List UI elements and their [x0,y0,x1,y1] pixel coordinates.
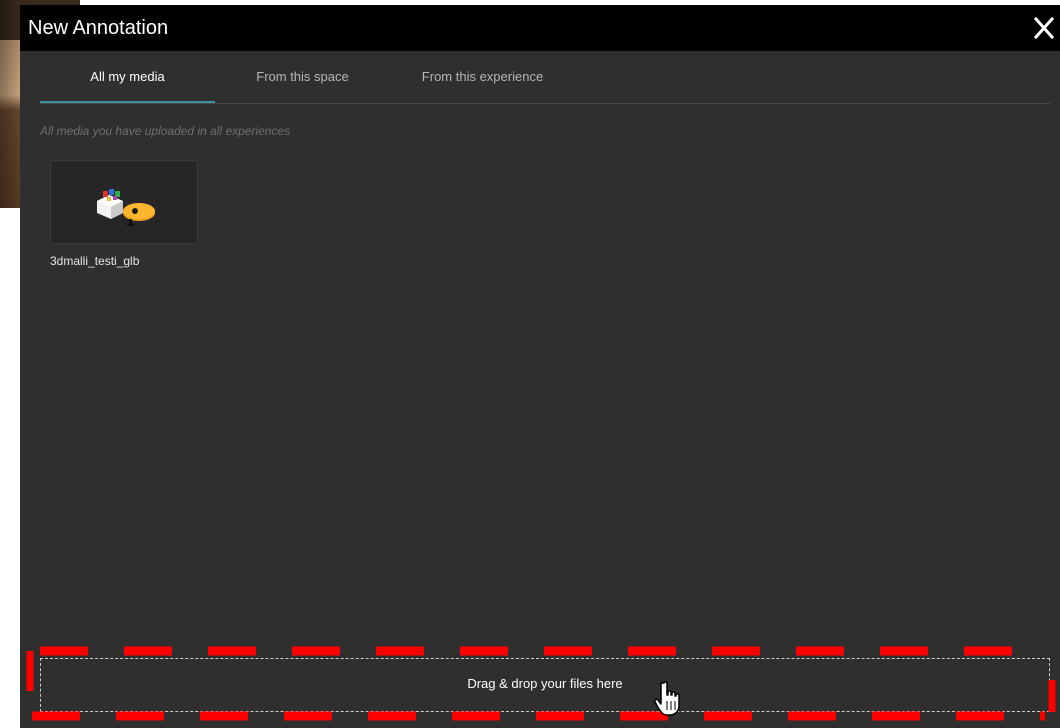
3d-model-thumbnail-icon [97,189,155,226]
hand-pointer-cursor-icon [654,681,680,716]
media-source-tabs: All my media From this space From this e… [40,51,1050,104]
close-icon [1033,16,1055,40]
file-dropzone[interactable]: Drag & drop your files here [40,658,1050,712]
new-annotation-dialog: New Annotation All my media From this sp… [20,5,1060,728]
tab-from-this-experience[interactable]: From this experience [405,51,560,102]
media-description: All media you have uploaded in all exper… [40,124,291,138]
close-button[interactable] [1030,13,1058,43]
dialog-title: New Annotation [28,17,169,39]
dropzone-label: Drag & drop your files here [467,676,623,691]
tab-from-this-space[interactable]: From this space [235,51,370,102]
tab-all-my-media[interactable]: All my media [40,51,215,103]
dialog-titlebar: New Annotation [20,5,1060,51]
media-item[interactable]: 3dmalli_testi_glb [50,160,198,268]
media-item-name: 3dmalli_testi_glb [50,254,140,268]
media-thumbnail [50,160,198,244]
